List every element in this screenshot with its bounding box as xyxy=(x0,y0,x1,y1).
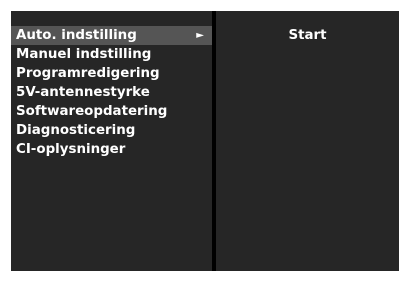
menu-item-label: Softwareopdatering xyxy=(16,104,168,119)
menu-item-manual-tuning[interactable]: Manuel indstilling xyxy=(11,45,212,64)
menu-item-label: Diagnosticering xyxy=(16,123,136,138)
start-option[interactable]: Start xyxy=(216,26,399,45)
submenu-panel: Start xyxy=(216,11,399,271)
main-menu-panel: Auto. indstilling ► Manuel indstilling P… xyxy=(11,11,212,271)
menu-item-software-update[interactable]: Softwareopdatering xyxy=(11,102,212,121)
menu-item-label: 5V-antennestyrke xyxy=(16,85,150,100)
main-menu: Auto. indstilling ► Manuel indstilling P… xyxy=(11,26,212,159)
menu-item-label: Auto. indstilling xyxy=(16,28,137,43)
menu-item-label: Programredigering xyxy=(16,66,160,81)
menu-item-program-editing[interactable]: Programredigering xyxy=(11,64,212,83)
settings-menu-window: Auto. indstilling ► Manuel indstilling P… xyxy=(11,11,399,271)
menu-item-diagnostics[interactable]: Diagnosticering xyxy=(11,121,212,140)
menu-item-antenna-power[interactable]: 5V-antennestyrke xyxy=(11,83,212,102)
menu-item-label: CI-oplysninger xyxy=(16,142,126,157)
menu-item-ci-information[interactable]: CI-oplysninger xyxy=(11,140,212,159)
menu-item-label: Manuel indstilling xyxy=(16,47,152,62)
menu-item-auto-tuning[interactable]: Auto. indstilling ► xyxy=(11,26,212,45)
triangle-right-icon: ► xyxy=(196,30,204,41)
